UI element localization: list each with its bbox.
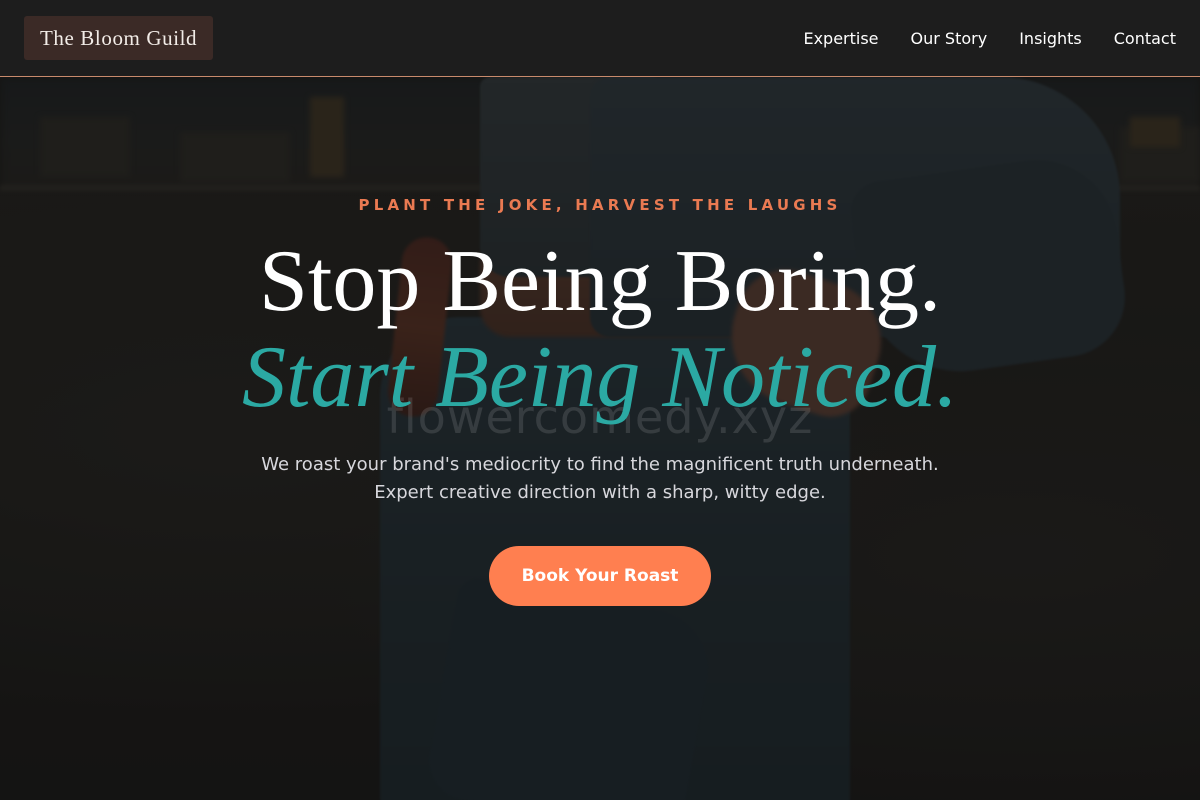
hero-eyebrow: PLANT THE JOKE, HARVEST THE LAUGHS bbox=[358, 196, 842, 214]
hero-headline-line2: Start Being Noticed. bbox=[241, 329, 959, 426]
site-logo[interactable]: The Bloom Guild bbox=[24, 16, 214, 60]
hero-section: flowercomedy.xyz PLANT THE JOKE, HARVEST… bbox=[0, 77, 1200, 800]
page: The Bloom Guild Expertise Our Story Insi… bbox=[0, 0, 1200, 800]
hero-subtext: We roast your brand's mediocrity to find… bbox=[261, 454, 939, 503]
hero-headline-line1: Stop Being Boring. bbox=[258, 233, 942, 330]
site-header: The Bloom Guild Expertise Our Story Insi… bbox=[0, 0, 1200, 77]
book-roast-button[interactable]: Book Your Roast bbox=[489, 546, 711, 606]
nav-link-insights[interactable]: Insights bbox=[1019, 29, 1082, 48]
nav-link-our-story[interactable]: Our Story bbox=[911, 29, 988, 48]
main-nav: Expertise Our Story Insights Contact bbox=[803, 0, 1176, 76]
nav-link-expertise[interactable]: Expertise bbox=[803, 29, 878, 48]
nav-link-contact[interactable]: Contact bbox=[1114, 29, 1176, 48]
